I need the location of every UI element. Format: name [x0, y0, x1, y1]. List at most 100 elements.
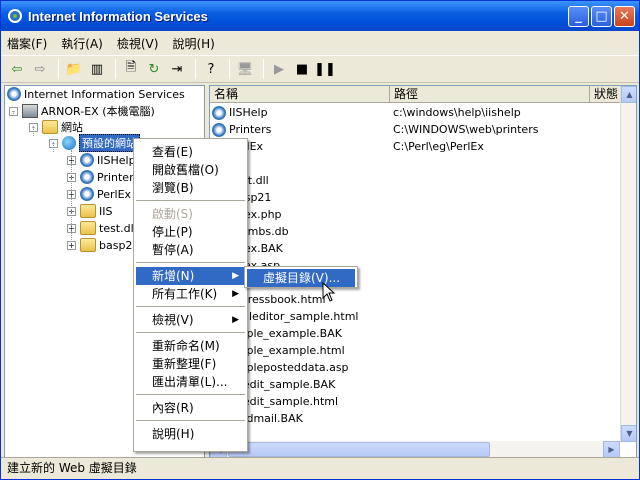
column-name-header[interactable]: 名稱 [210, 86, 390, 103]
tree-node[interactable]: Internet Information Services [7, 86, 185, 102]
submenu-arrow-icon: ▶ [232, 315, 239, 325]
tree-node[interactable]: + basp21 [67, 237, 139, 253]
computer-icon[interactable]: 🖥 [235, 59, 255, 79]
column-status-header[interactable]: 狀態 [590, 86, 620, 103]
maximize-button[interactable]: □ [591, 6, 612, 27]
context-menu-item-label: 檢視(V) [152, 313, 194, 327]
row-name: Thumbs.db [227, 225, 289, 238]
row-name: simple_example.html [227, 344, 345, 357]
tree-node-label: test.dll [99, 221, 137, 235]
tree-node[interactable]: + Printers [67, 169, 139, 185]
context-menu-item[interactable]: 重新命名(M) [136, 337, 245, 355]
tree-node[interactable]: + test.dll [67, 220, 137, 236]
context-menu: 查看(E) 開啟舊檔(O) 瀏覽(B) 啟動(S) 停止(P) 暫停(A) 新增(N) ▶ 所有… [133, 138, 248, 452]
tree-node-label: IIS [99, 204, 113, 218]
tree-node-label: IISHelp [97, 153, 136, 167]
title-bar[interactable]: Internet Information Services _ □ ✕ [1, 1, 639, 31]
menu-view[interactable]: 檢視(V) [117, 35, 159, 52]
context-menu-item[interactable]: 匯出清單(L)... [136, 373, 245, 391]
context-menu-item[interactable]: 重新整理(F) [136, 355, 245, 373]
play-icon[interactable]: ▶ [269, 59, 289, 79]
new-submenu: 虛擬目錄(V)... [244, 266, 358, 288]
menu-file[interactable]: 檔案(F) [7, 35, 47, 52]
menu-action[interactable]: 執行(A) [61, 35, 103, 52]
iis-icon [212, 105, 226, 120]
column-path-header[interactable]: 路徑 [390, 86, 590, 103]
row-name: sendmail.BAK [227, 412, 303, 425]
properties-icon[interactable]: 🗎 [121, 59, 141, 79]
tree-node[interactable]: - ARNOR-EX (本機電腦) [9, 103, 155, 119]
context-menu-item[interactable]: 內容(R) [136, 399, 245, 417]
list-row[interactable]: IISHelp c:\windows\help\iishelp [212, 104, 521, 121]
context-menu-item[interactable]: 瀏覽(B) [136, 179, 245, 197]
close-button[interactable]: ✕ [614, 6, 635, 27]
context-menu-item-label: 查看(E) [152, 145, 193, 159]
row-name: simpleposteddata.asp [227, 361, 349, 374]
iis-icon [212, 122, 226, 137]
tree-node[interactable]: + IISHelp [67, 152, 136, 168]
vertical-scrollbar[interactable]: ▲ ▼ [620, 86, 636, 442]
row-name: fckedit_sample.BAK [227, 378, 336, 391]
tree-node[interactable]: - 預設的網站 [49, 134, 140, 152]
menu-bar: 檔案(F) 執行(A) 檢視(V) 說明(H) [1, 31, 639, 55]
iis-app-icon [8, 9, 22, 23]
context-menu-item-label: 新增(N) [152, 269, 195, 283]
row-path: c:\windows\help\iishelp [393, 106, 521, 119]
iis-icon [80, 170, 94, 184]
tree-node[interactable]: + IIS [67, 203, 112, 219]
tree-node[interactable]: + PerlEx [67, 186, 131, 202]
row-name: Printers [229, 123, 272, 136]
menu-separator [136, 332, 245, 333]
mouse-cursor-icon [322, 282, 336, 302]
scroll-right-icon[interactable]: ▶ [603, 441, 620, 458]
submenu-arrow-icon: ▶ [232, 271, 239, 281]
stop-icon[interactable]: ■ [292, 59, 312, 79]
context-menu-item[interactable]: 說明(H) [136, 425, 245, 443]
up-icon[interactable]: 📁 [64, 59, 84, 79]
back-icon[interactable]: ⇦ [7, 59, 27, 79]
minimize-button[interactable]: _ [568, 6, 589, 27]
menu-help[interactable]: 說明(H) [172, 35, 214, 52]
scroll-up-icon[interactable]: ▲ [621, 86, 636, 103]
row-name: index.BAK [227, 242, 283, 255]
refresh-icon[interactable]: ↻ [144, 59, 164, 79]
folder-icon [80, 204, 96, 218]
menu-item-virtual-directory[interactable]: 虛擬目錄(V)... [247, 269, 355, 287]
list-row[interactable]: Printers C:\WINDOWS\web\printers [212, 121, 538, 138]
row-name: PerlEx [229, 140, 391, 153]
row-name: addressbook.html [227, 293, 326, 306]
menu-separator [136, 420, 245, 421]
iis-icon [7, 87, 21, 101]
context-menu-item-label: 重新命名(M) [152, 339, 220, 353]
tree-node-label: PerlEx [97, 187, 132, 201]
context-menu-item[interactable]: 停止(P) [136, 223, 245, 241]
context-menu-item-label: 瀏覽(B) [152, 181, 194, 195]
row-path: C:\Perl\eg\PerlEx [393, 140, 484, 153]
folder-icon [42, 120, 58, 134]
context-menu-item[interactable]: 新增(N) ▶ [136, 267, 245, 285]
status-bar: 建立新的 Web 虛擬目錄 [1, 457, 639, 479]
tree-node-label: Internet Information Services [24, 87, 185, 101]
context-menu-item[interactable]: 檢視(V) ▶ [136, 311, 245, 329]
horizontal-scroll-thumb[interactable] [228, 442, 490, 457]
context-menu-item-label: 所有工作(K) [152, 287, 218, 301]
tree-node[interactable]: - 網站 [29, 119, 83, 135]
context-menu-item[interactable]: 查看(E) [136, 143, 245, 161]
iis-icon [80, 153, 94, 167]
export-icon[interactable]: ⇥ [167, 59, 187, 79]
scroll-down-icon[interactable]: ▼ [621, 425, 636, 442]
forward-icon[interactable]: ⇨ [30, 59, 50, 79]
row-name: test.dll [231, 174, 269, 187]
context-menu-item[interactable]: 所有工作(K) ▶ [136, 285, 245, 303]
pause-icon[interactable]: ❚❚ [314, 59, 336, 79]
tree-node-label: 網站 [61, 121, 83, 134]
list-row[interactable]: PerlExC:\Perl\eg\PerlEx [212, 138, 484, 155]
context-menu-item-label: 重新整理(F) [152, 357, 217, 371]
tree-node-label: 預設的網站 [79, 134, 140, 152]
show-tree-icon[interactable]: ▥ [87, 59, 107, 79]
help-icon[interactable]: ? [201, 59, 221, 79]
context-menu-item[interactable]: 開啟舊檔(O) [136, 161, 245, 179]
iis-icon [80, 187, 94, 201]
context-menu-item[interactable]: 暫停(A) [136, 241, 245, 259]
horizontal-scrollbar[interactable]: ◀ ▶ [210, 441, 620, 458]
